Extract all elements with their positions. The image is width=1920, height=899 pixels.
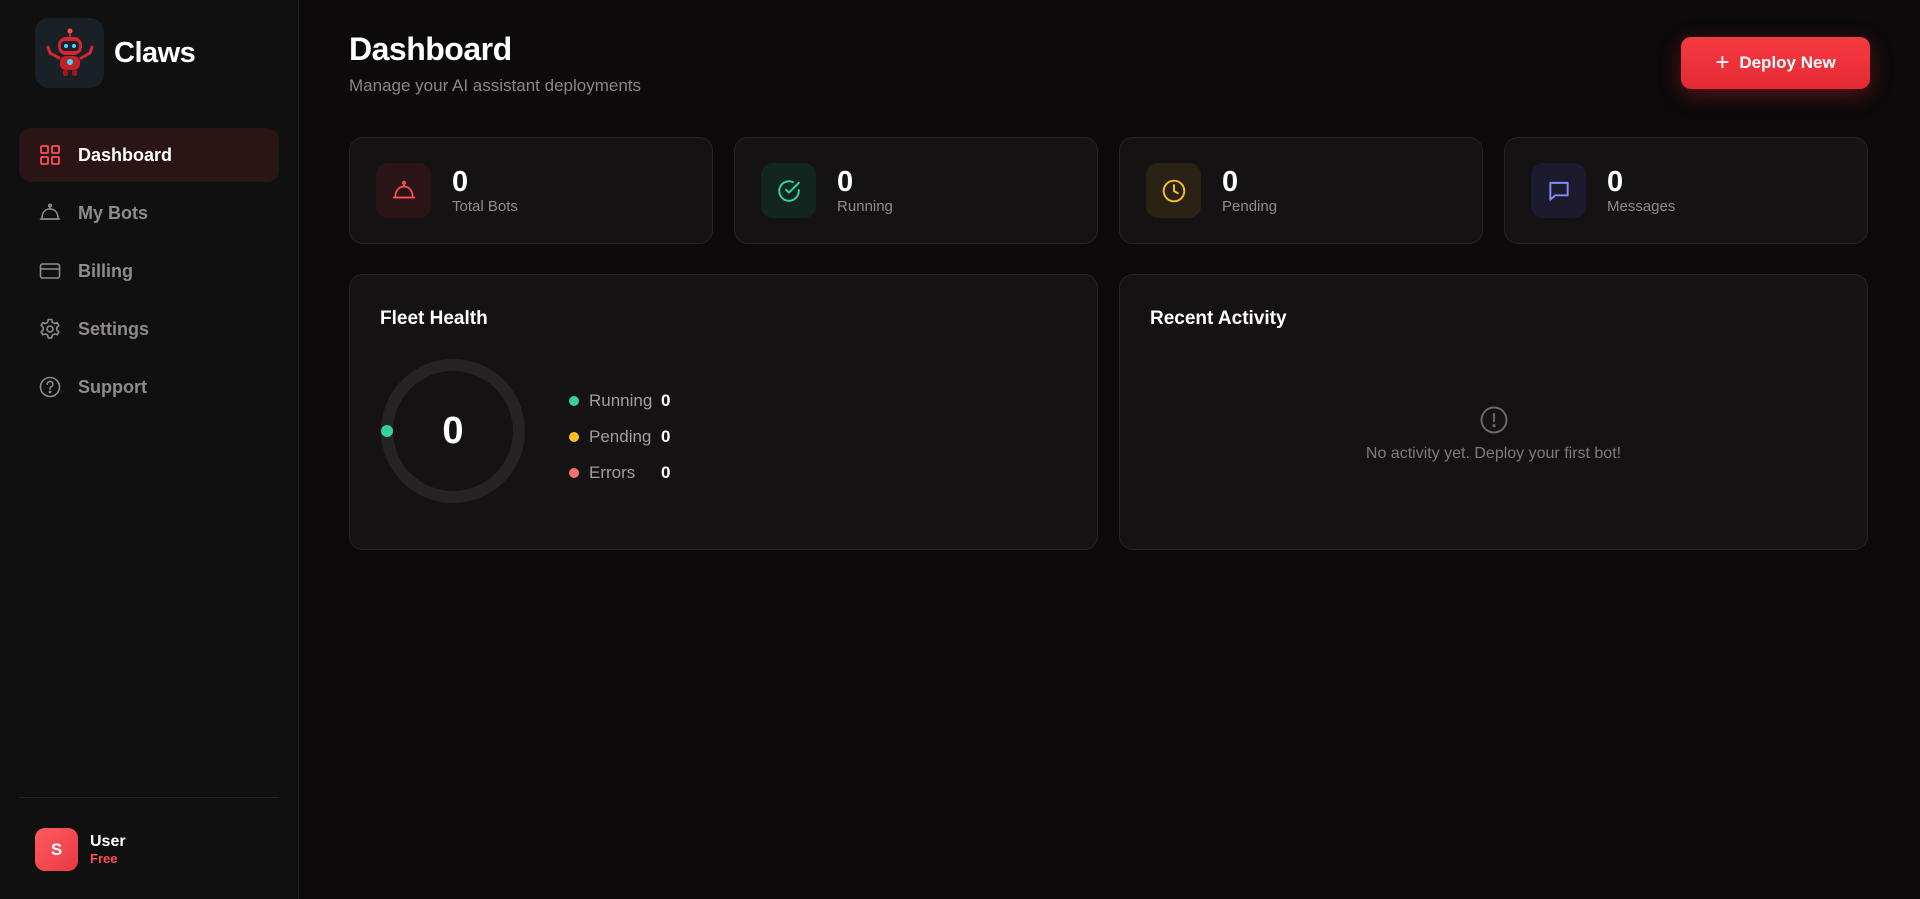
sidebar-item-my-bots[interactable]: My Bots [19, 186, 279, 240]
stat-value: 0 [837, 165, 854, 198]
avatar: S [35, 828, 78, 871]
message-square-icon [1531, 163, 1586, 218]
legend-label: Errors [589, 463, 636, 482]
legend-dot [569, 468, 579, 478]
stats-row: 0 Total Bots 0 Running 0 Pending 0 Messa… [349, 137, 1868, 244]
legend-item-running: Running 0 [569, 383, 670, 419]
legend-label: Pending [589, 427, 652, 446]
stat-label: Total Bots [452, 197, 518, 215]
app-root: Claws Dashboard My Bots Billing Settings… [0, 0, 1920, 899]
user-profile[interactable]: S User Free [35, 828, 126, 871]
stat-value: 0 [1607, 165, 1624, 198]
sidebar-item-label: Settings [78, 318, 150, 339]
legend-item-errors: Errors 0 [569, 455, 670, 491]
main-content: Dashboard Manage your AI assistant deplo… [299, 0, 1920, 899]
plus-icon: + [1715, 49, 1730, 76]
legend-value: 0 [661, 427, 671, 446]
legend-item-pending: Pending 0 [569, 419, 670, 455]
panel-title: Recent Activity [1150, 308, 1287, 329]
sidebar-item-settings[interactable]: Settings [19, 302, 279, 356]
fleet-health-legend: Running 0 Pending 0 Errors 0 [569, 383, 670, 491]
clock-icon [1146, 163, 1201, 218]
empty-state: No activity yet. Deploy your first bot! [1120, 405, 1867, 463]
sidebar-item-billing[interactable]: Billing [19, 244, 279, 298]
check-circle-icon [761, 163, 816, 218]
sidebar-divider [19, 797, 279, 798]
stat-label: Running [837, 197, 893, 215]
stat-card-total-bots: 0 Total Bots [349, 137, 713, 244]
stat-card-running: 0 Running [734, 137, 1098, 244]
stat-card-pending: 0 Pending [1119, 137, 1483, 244]
stat-value: 0 [452, 165, 469, 198]
sidebar-item-label: Billing [78, 260, 133, 281]
sidebar-item-label: Dashboard [78, 144, 173, 165]
sidebar-item-support[interactable]: Support [19, 360, 279, 414]
robot-icon [35, 18, 104, 88]
panel-title: Fleet Health [380, 308, 488, 329]
sidebar-item-label: My Bots [78, 202, 149, 223]
sidebar-nav: Dashboard My Bots Billing Settings Suppo… [19, 128, 279, 418]
fleet-health-panel: Fleet Health 0 Running 0 Pending 0 Error… [349, 274, 1098, 550]
deploy-new-button[interactable]: + Deploy New [1681, 37, 1870, 89]
stat-card-messages: 0 Messages [1504, 137, 1868, 244]
user-plan: Free [90, 851, 118, 866]
page-title: Dashboard [349, 31, 512, 67]
deploy-new-label: Deploy New [1739, 53, 1836, 72]
stat-value: 0 [1222, 165, 1239, 198]
brand[interactable]: Claws [35, 18, 196, 88]
grid-icon [40, 145, 60, 165]
legend-value: 0 [661, 463, 671, 482]
credit-card-icon [39, 263, 61, 279]
panels-row: Fleet Health 0 Running 0 Pending 0 Error… [349, 274, 1868, 550]
stat-label: Messages [1607, 197, 1676, 215]
empty-state-text: No activity yet. Deploy your first bot! [1365, 445, 1622, 462]
legend-value: 0 [661, 391, 671, 410]
help-circle-icon [39, 376, 61, 398]
brand-name: Claws [114, 36, 196, 69]
sidebar-item-label: Support [78, 376, 147, 397]
fleet-health-total: 0 [442, 409, 464, 452]
gear-icon [40, 318, 60, 339]
recent-activity-panel: Recent Activity No activity yet. Deploy … [1119, 274, 1868, 550]
legend-dot [569, 432, 579, 442]
user-name: User [90, 833, 126, 850]
page-subtitle: Manage your AI assistant deployments [349, 76, 641, 95]
bot-icon [376, 163, 431, 218]
legend-dot [569, 396, 579, 406]
sidebar: Claws Dashboard My Bots Billing Settings… [0, 0, 299, 899]
alert-circle-icon [1480, 406, 1507, 434]
user-meta: User Free [90, 832, 126, 867]
bot-icon [39, 203, 61, 220]
stat-label: Pending [1222, 197, 1278, 215]
sidebar-item-dashboard[interactable]: Dashboard [19, 128, 279, 182]
legend-label: Running [589, 391, 653, 410]
